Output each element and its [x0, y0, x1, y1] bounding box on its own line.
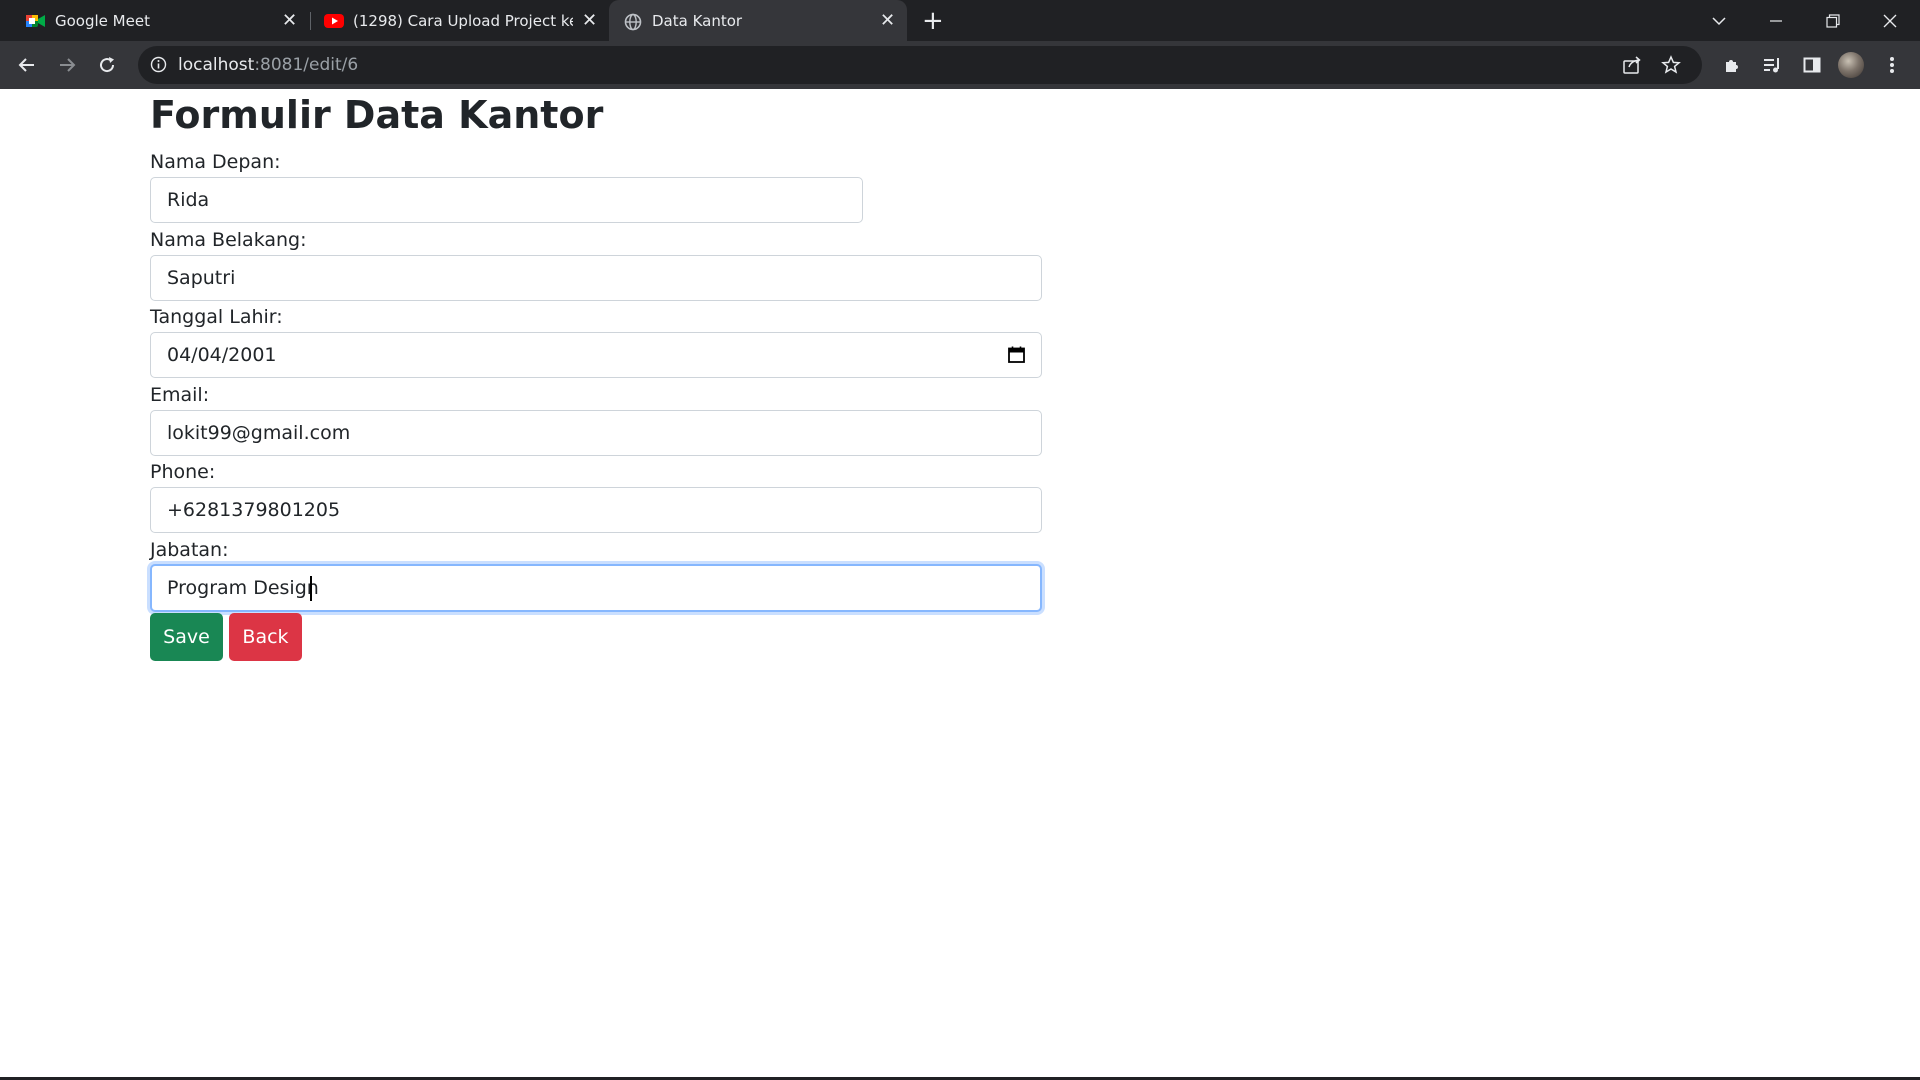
phone-input[interactable] — [151, 488, 1041, 532]
side-panel-icon[interactable] — [1796, 49, 1828, 81]
nama-belakang-input[interactable] — [151, 256, 1041, 300]
phone-field — [150, 487, 1042, 533]
text-cursor — [310, 576, 312, 601]
close-tab-icon[interactable]: ✕ — [582, 12, 597, 30]
globe-icon — [624, 13, 643, 31]
menu-kebab-icon[interactable] — [1876, 49, 1908, 81]
nama-belakang-label: Nama Belakang: — [150, 229, 307, 251]
minimize-icon[interactable] — [1748, 0, 1804, 41]
tab-search-icon[interactable] — [1691, 0, 1747, 41]
tanggal-lahir-input[interactable] — [151, 333, 1041, 377]
nama-depan-label: Nama Depan: — [150, 151, 281, 173]
browser-toolbar: localhost:8081/edit/6 — [0, 41, 1920, 89]
close-window-icon[interactable] — [1862, 0, 1918, 41]
back-button[interactable]: Back — [229, 613, 302, 661]
reload-icon[interactable] — [91, 49, 123, 81]
tab-title: (1298) Cara Upload Project ke git — [353, 12, 573, 30]
tanggal-lahir-label: Tanggal Lahir: — [150, 306, 283, 328]
info-icon[interactable] — [150, 56, 167, 77]
close-tab-icon[interactable]: ✕ — [282, 12, 297, 30]
tab-title: Data Kantor — [652, 12, 743, 30]
email-input[interactable] — [151, 411, 1041, 455]
jabatan-input[interactable] — [152, 566, 1040, 610]
tanggal-lahir-field — [150, 332, 1042, 378]
new-tab-icon[interactable]: + — [922, 6, 944, 36]
browser-tabstrip: Google Meet ✕ (1298) Cara Upload Project… — [0, 0, 1920, 41]
phone-label: Phone: — [150, 461, 216, 483]
bookmark-star-icon[interactable] — [1661, 55, 1681, 79]
jabatan-field — [150, 564, 1042, 612]
url-text: localhost:8081/edit/6 — [178, 55, 358, 75]
jabatan-label: Jabatan: — [150, 539, 229, 561]
email-label: Email: — [150, 384, 210, 406]
tab-google-meet[interactable]: Google Meet ✕ — [0, 0, 310, 41]
extensions-icon[interactable] — [1716, 49, 1748, 81]
google-meet-icon — [26, 13, 45, 29]
page-title: Formulir Data Kantor — [150, 93, 604, 137]
forward-arrow-icon[interactable] — [51, 49, 83, 81]
tab-data-kantor[interactable]: Data Kantor ✕ — [609, 0, 907, 41]
profile-avatar[interactable] — [1838, 52, 1864, 78]
restore-icon[interactable] — [1805, 0, 1861, 41]
tab-title: Google Meet — [55, 12, 150, 30]
nama-depan-input[interactable] — [151, 178, 862, 222]
nama-belakang-field — [150, 255, 1042, 301]
tab-youtube[interactable]: (1298) Cara Upload Project ke git ✕ — [311, 0, 609, 41]
email-field — [150, 410, 1042, 456]
address-bar[interactable]: localhost:8081/edit/6 — [138, 46, 1702, 84]
url-path: :8081/edit/6 — [254, 55, 359, 75]
share-icon[interactable] — [1622, 55, 1642, 79]
calendar-icon[interactable] — [1008, 346, 1025, 363]
media-playlist-icon[interactable] — [1756, 49, 1788, 81]
save-button[interactable]: Save — [150, 613, 223, 661]
url-host: localhost — [178, 55, 255, 75]
close-tab-icon[interactable]: ✕ — [880, 12, 895, 30]
back-arrow-icon[interactable] — [11, 49, 43, 81]
nama-depan-field — [150, 177, 863, 223]
youtube-icon — [324, 13, 344, 29]
